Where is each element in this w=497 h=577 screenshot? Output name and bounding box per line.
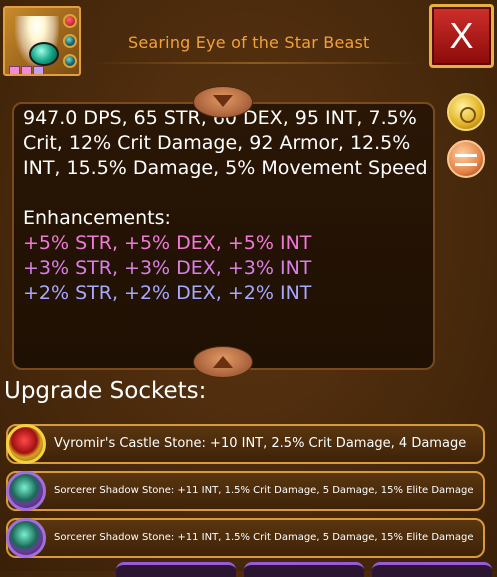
enhancement-pip-icon xyxy=(21,66,32,74)
scroll-down-button[interactable] xyxy=(193,346,253,378)
shadow-stone-icon xyxy=(6,518,46,558)
triangle-up-icon xyxy=(213,356,233,368)
socket-text: Sorcerer Shadow Stone: +11 INT, 1.5% Cri… xyxy=(54,532,474,543)
title-divider xyxy=(90,62,420,64)
enhancements-heading: Enhancements: xyxy=(23,207,171,229)
shadow-socket-icon xyxy=(63,34,77,48)
enhancement-pip-icon xyxy=(33,66,44,74)
close-button[interactable]: X xyxy=(429,4,494,68)
eye-gem-icon xyxy=(29,42,59,66)
enhancement-line: +5% STR, +5% DEX, +5% INT xyxy=(23,232,312,254)
swap-button[interactable] xyxy=(447,140,485,178)
sell-coin-button[interactable] xyxy=(447,93,485,131)
bottom-tab[interactable] xyxy=(372,562,492,577)
stats-panel[interactable]: 947.0 DPS, 65 STR, 60 DEX, 95 INT, 7.5% … xyxy=(12,102,435,370)
shadow-stone-icon xyxy=(6,471,46,511)
item-icon xyxy=(3,6,81,76)
arrow-right-icon xyxy=(455,154,477,157)
arrow-left-icon xyxy=(455,163,477,166)
enhancement-pip-icon xyxy=(9,66,20,74)
enhancement-line: +2% STR, +2% DEX, +2% INT xyxy=(23,282,312,304)
stats-text: 947.0 DPS, 65 STR, 60 DEX, 95 INT, 7.5% … xyxy=(23,107,433,306)
socket-row[interactable]: Sorcerer Shadow Stone: +11 INT, 1.5% Cri… xyxy=(6,471,485,511)
enhancement-line: +3% STR, +3% DEX, +3% INT xyxy=(23,257,312,279)
socket-text: Vyromir's Castle Stone: +10 INT, 2.5% Cr… xyxy=(54,436,467,451)
bottom-tab[interactable] xyxy=(116,562,236,577)
castle-stone-icon xyxy=(6,424,46,464)
bottom-tab[interactable] xyxy=(244,562,364,577)
socket-row[interactable]: Sorcerer Shadow Stone: +11 INT, 1.5% Cri… xyxy=(6,518,485,558)
triangle-down-icon xyxy=(213,95,233,107)
red-socket-icon xyxy=(63,14,77,28)
item-title: Searing Eye of the Star Beast xyxy=(128,33,370,52)
scroll-up-button[interactable] xyxy=(193,86,253,118)
upgrade-sockets-heading: Upgrade Sockets: xyxy=(4,378,207,404)
socket-row[interactable]: Vyromir's Castle Stone: +10 INT, 2.5% Cr… xyxy=(6,424,485,464)
socket-text: Sorcerer Shadow Stone: +11 INT, 1.5% Cri… xyxy=(54,485,474,496)
shadow-socket-icon xyxy=(63,54,77,68)
